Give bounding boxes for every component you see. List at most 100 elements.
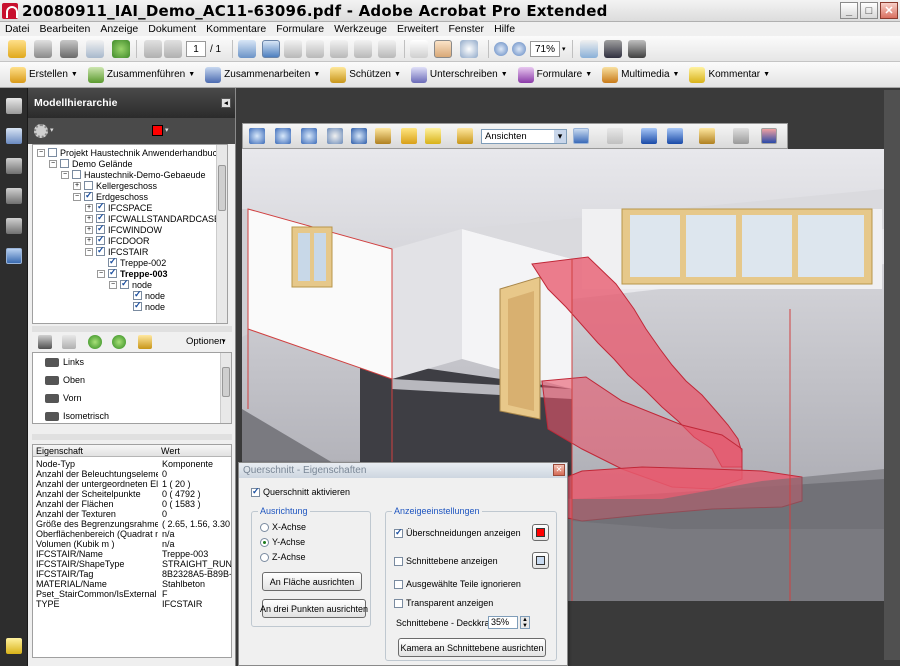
attachments-paperclip-icon[interactable]: [6, 158, 22, 174]
zoom-tool-icon[interactable]: [460, 40, 478, 58]
zoom-out-icon[interactable]: [494, 42, 508, 56]
tree-item[interactable]: +IFCDOOR: [85, 234, 150, 246]
tree-item[interactable]: − Haustechnik-Demo-Gebaeude: [61, 169, 206, 180]
tree-item[interactable]: − Demo Gelände: [49, 158, 133, 169]
align-to-face-button[interactable]: An Fläche ausrichten: [262, 572, 362, 591]
rotate-3d-icon[interactable]: [249, 128, 265, 144]
views-scrollbar[interactable]: [220, 353, 231, 423]
views-splitter[interactable]: [32, 434, 232, 440]
background-color-icon[interactable]: [733, 128, 749, 144]
task-zusammenfuehren[interactable]: Zusammenführen ▼: [87, 66, 195, 83]
menu-bearbeiten[interactable]: Bearbeiten: [35, 23, 96, 35]
layers-icon[interactable]: [6, 188, 22, 204]
color-dropdown-arrow-icon[interactable]: ▾: [165, 126, 169, 134]
previous-page-icon[interactable]: [144, 40, 162, 58]
fit-width-icon[interactable]: [262, 40, 280, 58]
tree-item[interactable]: − Projekt Haustechnik Anwenderhandbuch: [37, 147, 222, 158]
z-axis-radio[interactable]: Z-Achse: [260, 552, 306, 562]
menu-datei[interactable]: Datei: [0, 23, 35, 35]
email-icon[interactable]: [86, 40, 104, 58]
view-item-vorn[interactable]: Vorn: [45, 391, 82, 405]
intersection-color-button[interactable]: [532, 524, 549, 541]
show-transparent-checkbox[interactable]: Transparent anzeigen: [394, 598, 493, 608]
view-item-oben[interactable]: Oben: [45, 373, 85, 387]
maximize-button[interactable]: □: [860, 2, 878, 19]
presentation-icon[interactable]: [580, 40, 598, 58]
print-icon[interactable]: [34, 40, 52, 58]
tree-item[interactable]: −IFCSTAIR: [85, 245, 148, 257]
pan-3d-icon[interactable]: [301, 128, 317, 144]
task-erstellen[interactable]: Erstellen ▼: [10, 66, 78, 83]
bookmarks-icon[interactable]: [6, 128, 22, 144]
collapse-panel-button[interactable]: ◂: [221, 98, 231, 108]
view-item-links[interactable]: Links: [45, 355, 84, 369]
model-tree-toggle-icon[interactable]: [573, 128, 589, 144]
fit-page-icon[interactable]: [238, 40, 256, 58]
menu-dokument[interactable]: Dokument: [143, 23, 201, 35]
web-icon[interactable]: [112, 40, 130, 58]
menu-kommentare[interactable]: Kommentare: [201, 23, 271, 35]
options-arrow-icon[interactable]: ▾: [222, 337, 226, 345]
cross-section-icon[interactable]: [761, 128, 777, 144]
task-schuetzen[interactable]: Schützen ▼: [330, 66, 401, 83]
views-select[interactable]: Ansichten: [481, 129, 567, 144]
y-axis-radio[interactable]: Y-Achse: [260, 537, 305, 547]
single-page-icon[interactable]: [306, 40, 324, 58]
x-axis-radio[interactable]: X-Achse: [260, 522, 306, 532]
pages-icon[interactable]: [6, 98, 22, 114]
minimize-button[interactable]: _: [840, 2, 858, 19]
next-page-icon[interactable]: [164, 40, 182, 58]
continuous-page-icon[interactable]: [330, 40, 348, 58]
task-formulare[interactable]: Formulare ▼: [517, 66, 592, 83]
tree-item[interactable]: −Treppe-003: [97, 267, 168, 279]
plane-color-button[interactable]: [532, 552, 549, 569]
walk-3d-icon[interactable]: [351, 128, 367, 144]
comments-panel-icon[interactable]: [6, 638, 22, 654]
tree-scrollbar[interactable]: [216, 145, 227, 323]
show-intersections-checkbox[interactable]: Überschneidungen anzeigen: [394, 527, 521, 538]
menu-anzeige[interactable]: Anzeige: [95, 23, 143, 35]
zoom-level-input[interactable]: 71%: [530, 41, 560, 57]
zoom-dropdown-arrow-icon[interactable]: ▾: [562, 45, 566, 53]
measure-ruler-icon[interactable]: [401, 128, 417, 144]
delete-view-icon[interactable]: [62, 335, 76, 349]
opacity-stepper[interactable]: ▲ ▼: [520, 616, 530, 629]
lighting-icon[interactable]: [699, 128, 715, 144]
dialog-close-button[interactable]: ✕: [553, 464, 565, 476]
menu-hilfe[interactable]: Hilfe: [489, 23, 520, 35]
render-mode-icon[interactable]: [667, 128, 683, 144]
zoom-3d-icon[interactable]: [327, 128, 343, 144]
task-multimedia[interactable]: Multimedia ▼: [602, 66, 679, 83]
page-number-input[interactable]: 1: [186, 41, 206, 57]
save-icon[interactable]: [60, 40, 78, 58]
view-item-isometrisch[interactable]: Isometrisch: [45, 409, 109, 423]
open-folder-icon[interactable]: [8, 40, 26, 58]
tree-item[interactable]: +IFCSPACE: [85, 201, 152, 213]
options-gear-icon[interactable]: [34, 124, 48, 138]
tree-item[interactable]: −Erdgeschoss: [73, 190, 148, 202]
task-zusammenarbeiten[interactable]: Zusammenarbeiten ▼: [205, 66, 320, 83]
views-options-button[interactable]: Optionen: [186, 336, 225, 347]
play-animation-icon[interactable]: [607, 128, 623, 144]
page-layout-icon[interactable]: [378, 40, 396, 58]
task-kommentar[interactable]: Kommentar ▼: [689, 66, 770, 83]
value-column-header[interactable]: Wert: [161, 446, 180, 456]
menu-formulare[interactable]: Formulare: [271, 23, 329, 35]
tree-item[interactable]: −node: [109, 278, 152, 290]
tree-item[interactable]: +Treppe-002: [97, 256, 166, 268]
select-cursor-icon[interactable]: [410, 40, 428, 58]
signatures-icon[interactable]: [6, 218, 22, 234]
home-view-icon[interactable]: [138, 335, 152, 349]
ignore-selected-parts-checkbox[interactable]: Ausgewählte Teile ignorieren: [394, 579, 521, 589]
rotate-icon[interactable]: [284, 40, 302, 58]
tree-item[interactable]: +IFCWALLSTANDARDCASE: [85, 212, 220, 224]
align-camera-button[interactable]: Kamera an Schnittebene ausrichten: [398, 638, 546, 657]
3d-comment-icon[interactable]: [425, 128, 441, 144]
task-unterschreiben[interactable]: Unterschreiben ▼: [410, 66, 508, 83]
document-scrollbar[interactable]: [884, 90, 900, 660]
camera-properties-icon[interactable]: [375, 128, 391, 144]
options-dropdown-arrow-icon[interactable]: ▾: [50, 126, 54, 134]
read-aloud-icon[interactable]: [604, 40, 622, 58]
zoom-in-icon[interactable]: [512, 42, 526, 56]
close-button[interactable]: ✕: [880, 2, 898, 19]
